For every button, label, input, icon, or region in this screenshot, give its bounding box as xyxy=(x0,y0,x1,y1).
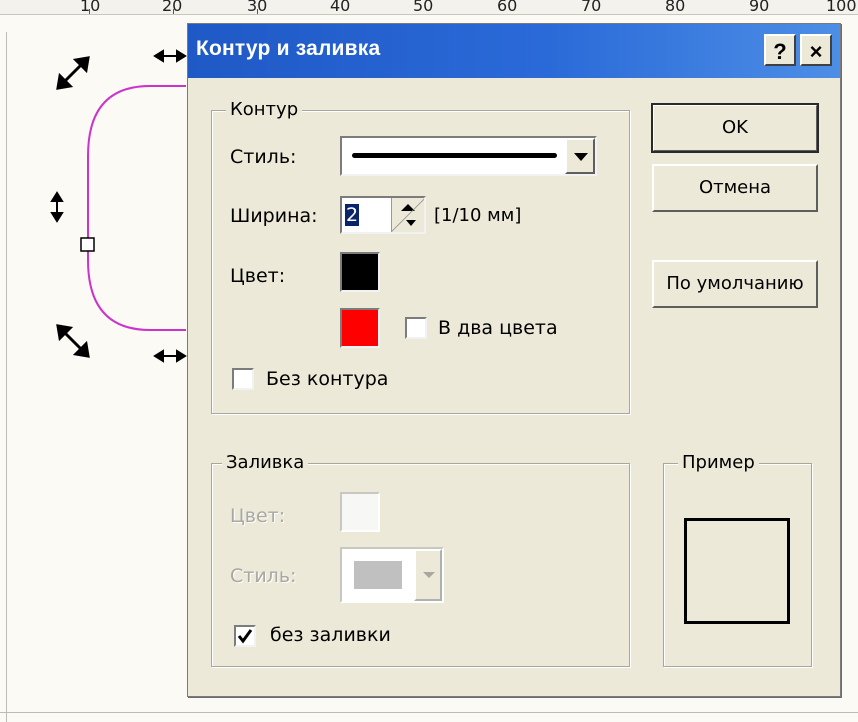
resize-handle-bottom-icon xyxy=(153,349,187,363)
ruler-tick xyxy=(257,9,258,14)
no-outline-checkbox[interactable] xyxy=(232,368,254,390)
outline-color-label: Цвет: xyxy=(230,265,286,287)
resize-handle-left-icon xyxy=(50,191,64,223)
preview-box xyxy=(684,518,790,624)
line-style-preview xyxy=(352,153,557,158)
spinner-buttons[interactable] xyxy=(391,198,424,232)
dropdown-arrow-icon[interactable] xyxy=(565,138,595,174)
default-button[interactable]: По умолчанию xyxy=(652,260,818,308)
ruler-label: 40 xyxy=(330,0,351,15)
checkmark-icon xyxy=(237,629,253,644)
outline-fill-dialog: Контур и заливка ? × Контур Стиль: Ширин… xyxy=(187,23,841,697)
dialog-titlebar[interactable]: Контур и заливка ? × xyxy=(188,24,840,78)
width-value[interactable]: 2 xyxy=(345,204,360,226)
resize-handle-top-icon xyxy=(153,49,187,63)
two-colors-label: В два цвета xyxy=(438,317,558,339)
ok-button-label: OK xyxy=(722,117,748,138)
ruler-label: 100 xyxy=(826,0,857,15)
fill-group-label: Заливка xyxy=(222,452,309,473)
no-fill-label: без заливки xyxy=(270,624,391,646)
canvas-edge xyxy=(0,712,858,713)
no-fill-checkbox[interactable] xyxy=(234,625,256,647)
dropdown-arrow-icon[interactable] xyxy=(414,549,442,601)
node-handle xyxy=(80,237,95,252)
outline-color-swatch[interactable] xyxy=(340,252,380,292)
fill-color-swatch[interactable] xyxy=(340,492,380,532)
outline-style-dropdown[interactable] xyxy=(340,136,597,176)
dialog-title: Контур и заливка xyxy=(196,37,381,60)
secondary-color-swatch[interactable] xyxy=(340,308,380,348)
selected-shape xyxy=(87,85,186,331)
outline-width-label: Ширина: xyxy=(230,205,318,227)
cancel-button-label: Отмена xyxy=(698,177,772,198)
resize-handle-top-left-icon xyxy=(56,56,90,90)
width-spinner[interactable]: 2 xyxy=(340,196,426,234)
preview-group-label: Пример xyxy=(678,452,759,473)
fill-style-preview xyxy=(354,561,402,589)
two-colors-checkbox[interactable] xyxy=(405,317,427,339)
fill-color-label: Цвет: xyxy=(230,505,286,527)
outline-group-label: Контур xyxy=(226,99,303,120)
ruler-label: 70 xyxy=(581,0,602,15)
ruler-label: 80 xyxy=(665,0,686,15)
ruler-label: 50 xyxy=(413,0,434,15)
spin-down-icon[interactable] xyxy=(406,220,416,226)
width-unit-label: [1/10 мм] xyxy=(434,205,522,226)
help-button[interactable]: ? xyxy=(764,34,796,66)
ruler-label: 90 xyxy=(749,0,770,15)
close-button[interactable]: × xyxy=(800,34,832,66)
ok-button[interactable]: OK xyxy=(651,103,819,153)
cancel-button[interactable]: Отмена xyxy=(652,164,818,212)
ruler-label: 60 xyxy=(497,0,518,15)
resize-handle-bottom-left-icon xyxy=(56,324,90,358)
default-button-label: По умолчанию xyxy=(666,273,804,294)
no-outline-label: Без контура xyxy=(266,368,389,390)
outline-style-label: Стиль: xyxy=(230,146,297,168)
fill-style-dropdown[interactable] xyxy=(340,547,444,603)
canvas-drawing[interactable] xyxy=(0,0,200,380)
fill-style-label: Стиль: xyxy=(230,565,297,587)
